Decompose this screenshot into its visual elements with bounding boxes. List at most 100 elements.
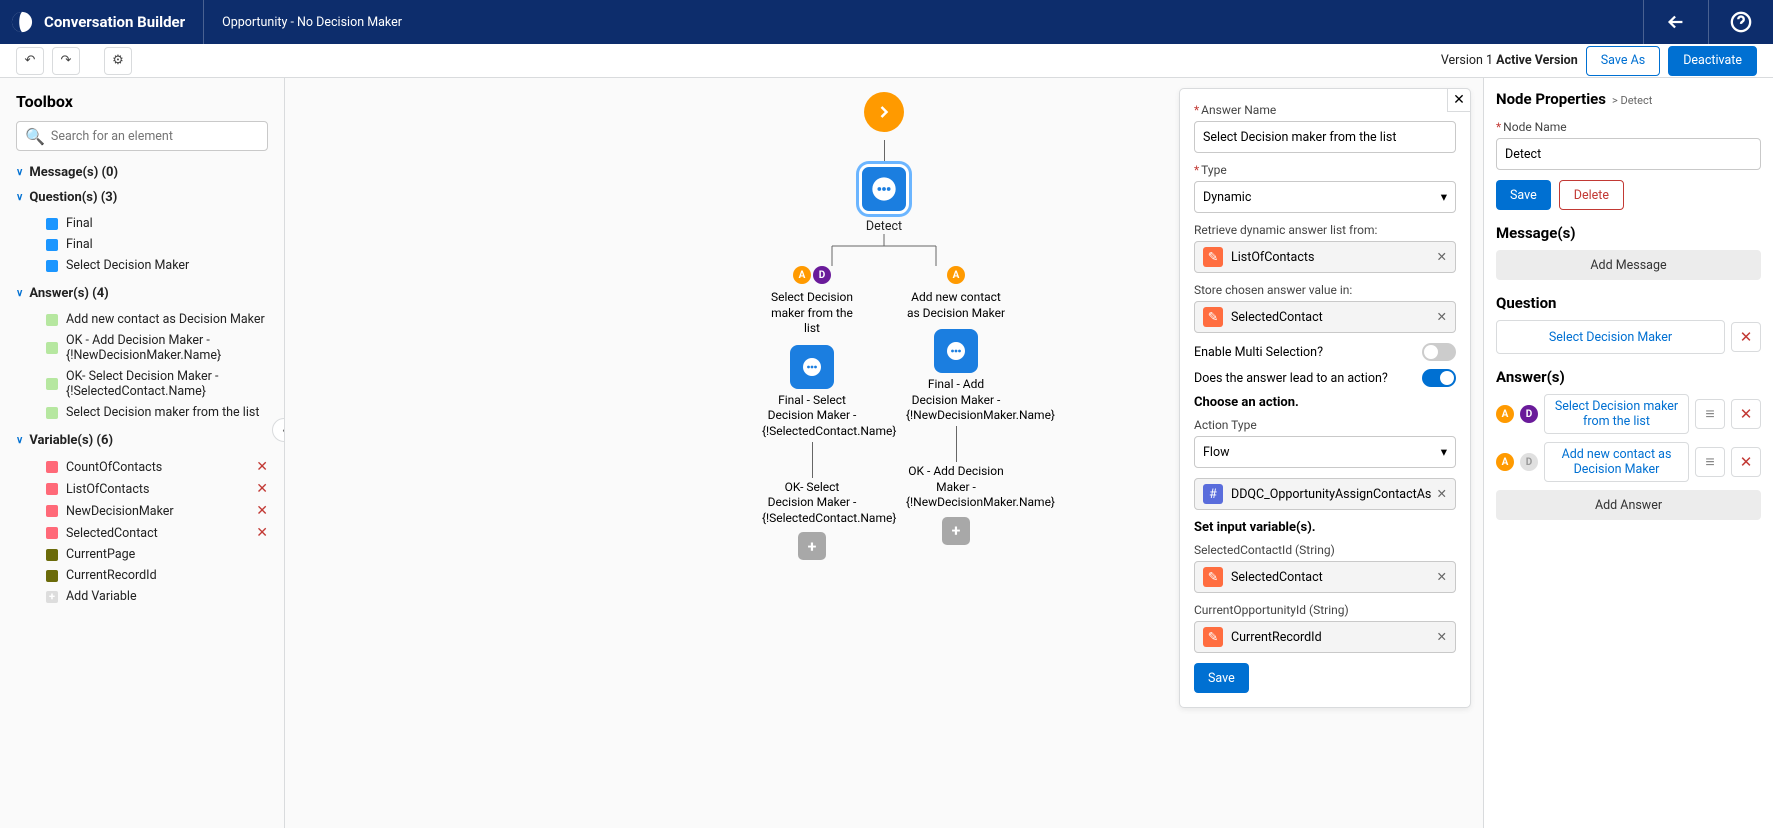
back-button[interactable] [1643, 0, 1708, 44]
redo-button[interactable]: ↷ [52, 47, 80, 75]
question-item[interactable]: Final [16, 213, 268, 234]
remove-answer-button[interactable]: ✕ [1731, 399, 1761, 429]
set-input-title: Set input variable(s). [1194, 520, 1456, 535]
final-node-right[interactable] [934, 329, 978, 373]
branch-right-answer[interactable]: Add new contact as Decision Maker [906, 290, 1006, 321]
variable-item[interactable]: CurrentPage [16, 544, 268, 565]
add-node-button[interactable]: + [798, 532, 826, 560]
search-icon: 🔍 [25, 127, 45, 146]
remove-icon[interactable]: ✕ [1437, 569, 1447, 585]
answer-badge: A [947, 266, 965, 284]
flow-pill[interactable]: #DDQC_OpportunityAssignContactAs✕ [1194, 478, 1456, 510]
question-link[interactable]: Select Decision Maker [1496, 320, 1725, 354]
answer-link-2[interactable]: Add new contact as Decision Maker [1544, 442, 1689, 482]
question-item[interactable]: Select Decision Maker [16, 255, 268, 276]
remove-icon[interactable]: ✕ [1437, 629, 1447, 645]
chevron-down-icon: ▾ [1441, 444, 1447, 460]
remove-question-button[interactable]: ✕ [1731, 322, 1761, 352]
messages-title: Message(s) [1496, 224, 1761, 242]
final-right-label: Final - Add Decision Maker - {!NewDecisi… [906, 377, 1006, 424]
collapse-sidebar-button[interactable]: ‹ [272, 418, 285, 442]
final-left-label: Final - Select Decision Maker - {!Select… [762, 393, 862, 440]
remove-icon[interactable]: ✕ [1437, 249, 1447, 265]
default-badge-off: D [1520, 453, 1538, 471]
var2-pill[interactable]: ✎CurrentRecordId✕ [1194, 621, 1456, 653]
add-variable[interactable]: +Add Variable [16, 586, 268, 607]
deactivate-button[interactable]: Deactivate [1668, 46, 1757, 76]
variable-icon: ✎ [1203, 567, 1223, 587]
answer-link-1[interactable]: Select Decision maker from the list [1544, 394, 1689, 434]
toolbox-sidebar: Toolbox 🔍 ∨Message(s) (0) ∨Question(s) (… [0, 78, 285, 828]
save-as-button[interactable]: Save As [1586, 46, 1660, 76]
delete-node-button[interactable]: Delete [1559, 180, 1624, 210]
settings-button[interactable]: ⚙ [104, 47, 132, 75]
node-name-input[interactable] [1496, 138, 1761, 170]
type-label: Type [1201, 163, 1227, 177]
close-button[interactable]: ✕ [1447, 88, 1471, 112]
undo-button[interactable]: ↶ [16, 47, 44, 75]
questions-section[interactable]: ∨Question(s) (3) [16, 190, 268, 205]
answer-name-input[interactable] [1194, 121, 1456, 153]
save-answer-button[interactable]: Save [1194, 663, 1249, 693]
delete-icon[interactable]: ✕ [256, 459, 268, 475]
version-label: Version 1 [1441, 53, 1496, 68]
answer-item[interactable]: Select Decision maker from the list [16, 402, 268, 423]
chevron-down-icon: ▾ [1441, 189, 1447, 205]
add-node-button[interactable]: + [942, 517, 970, 545]
variable-item[interactable]: CountOfContacts✕ [16, 456, 268, 478]
detect-node[interactable] [859, 164, 909, 214]
properties-panel: Node Properties> Detect *Node Name Save … [1483, 78, 1773, 828]
store-label: Store chosen answer value in: [1194, 283, 1456, 297]
answer-item[interactable]: OK - Add Decision Maker - {!NewDecisionM… [16, 330, 268, 366]
action-type-select[interactable]: Flow▾ [1194, 436, 1456, 468]
action-bar: ↶ ↷ ⚙ Version 1 Active Version Save As D… [0, 44, 1773, 78]
lead-toggle[interactable] [1422, 369, 1456, 387]
answer-item[interactable]: OK- Select Decision Maker - {!SelectedCo… [16, 366, 268, 402]
save-node-button[interactable]: Save [1496, 180, 1551, 210]
search-input[interactable] [51, 129, 259, 144]
start-node[interactable] [864, 92, 904, 132]
flow-canvas[interactable]: Detect AD Select Decision maker from the… [285, 78, 1483, 828]
header: Conversation Builder Opportunity - No De… [0, 0, 1773, 44]
var1-pill[interactable]: ✎SelectedContact✕ [1194, 561, 1456, 593]
variable-item[interactable]: NewDecisionMaker✕ [16, 500, 268, 522]
variable-item[interactable]: ListOfContacts✕ [16, 478, 268, 500]
action-type-label: Action Type [1194, 418, 1456, 432]
remove-answer-button[interactable]: ✕ [1731, 447, 1761, 477]
ok-right[interactable]: OK - Add Decision Maker - {!NewDecisionM… [906, 464, 1006, 511]
toolbox-search[interactable]: 🔍 [16, 121, 268, 151]
drag-handle[interactable]: ≡ [1695, 447, 1725, 477]
answers-title: Answer(s) [1496, 368, 1761, 386]
final-node-left[interactable] [790, 345, 834, 389]
ok-left[interactable]: OK- Select Decision Maker - {!SelectedCo… [762, 480, 862, 527]
multi-toggle[interactable] [1422, 343, 1456, 361]
version-state: Active Version [1496, 53, 1578, 68]
variable-item[interactable]: SelectedContact✕ [16, 522, 268, 544]
app-logo [0, 0, 44, 44]
add-answer-button[interactable]: Add Answer [1496, 490, 1761, 520]
messages-section[interactable]: ∨Message(s) (0) [16, 165, 268, 180]
drag-handle[interactable]: ≡ [1695, 399, 1725, 429]
variable-item[interactable]: CurrentRecordId [16, 565, 268, 586]
answers-section[interactable]: ∨Answer(s) (4) [16, 286, 268, 301]
variable-icon: ✎ [1203, 627, 1223, 647]
delete-icon[interactable]: ✕ [256, 525, 268, 541]
variable-icon: ✎ [1203, 247, 1223, 267]
answer-editor-panel: ✕ *Answer Name *Type Dynamic▾ Retrieve d… [1179, 88, 1471, 708]
variables-section[interactable]: ∨Variable(s) (6) [16, 433, 268, 448]
branch-left-answer[interactable]: Select Decision maker from the list [762, 290, 862, 337]
remove-icon[interactable]: ✕ [1437, 486, 1447, 502]
delete-icon[interactable]: ✕ [256, 481, 268, 497]
multi-label: Enable Multi Selection? [1194, 345, 1323, 360]
delete-icon[interactable]: ✕ [256, 503, 268, 519]
retrieve-pill[interactable]: ✎ListOfContacts✕ [1194, 241, 1456, 273]
add-message-button[interactable]: Add Message [1496, 250, 1761, 280]
answer-item[interactable]: Add new contact as Decision Maker [16, 309, 268, 330]
node-name-label: Node Name [1503, 120, 1567, 134]
help-button[interactable] [1708, 0, 1773, 44]
type-select[interactable]: Dynamic▾ [1194, 181, 1456, 213]
question-item[interactable]: Final [16, 234, 268, 255]
store-pill[interactable]: ✎SelectedContact✕ [1194, 301, 1456, 333]
remove-icon[interactable]: ✕ [1437, 309, 1447, 325]
properties-title: Node Properties> Detect [1496, 90, 1761, 108]
